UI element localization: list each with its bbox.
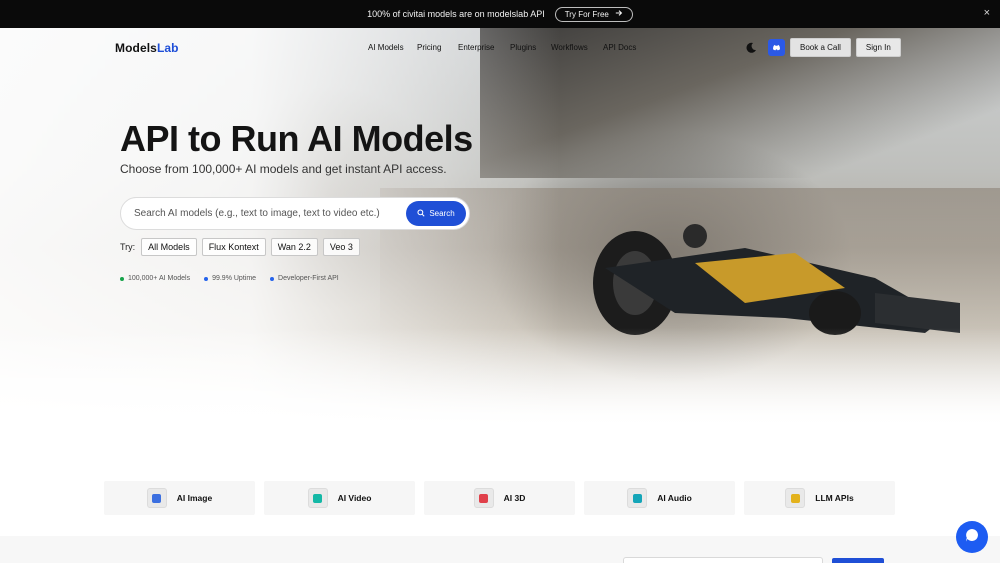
image-icon [146,488,167,508]
search-icon [417,208,425,219]
chat-bubble-icon [964,527,980,548]
stat-uptime: 99.9% Uptime [204,275,256,282]
status-dot-green [120,276,124,281]
try-suggestions: Try: All Models Flux Kontext Wan 2.2 Veo… [120,238,360,256]
stat-uptime-label: 99.9% Uptime [212,275,257,282]
chip-all-models[interactable]: All Models [141,238,197,256]
stat-developer: Developer-First API [270,275,339,282]
arrow-right-icon [615,9,623,19]
status-dot-blue [204,276,209,281]
category-label: AI Image [176,493,213,503]
stat-models: 100,000+ AI Models [120,275,190,282]
hero-stats: 100,000+ AI Models 99.9% Uptime Develope… [120,275,339,282]
hero-title: API to Run AI Models [120,118,473,159]
status-dot-blue [270,276,275,281]
category-label: LLM APIs [815,493,854,503]
moon-icon[interactable] [745,42,757,54]
nav-link-plugins[interactable]: Plugins [510,43,551,52]
search-bar: Search [120,197,470,230]
category-label: AI Video [337,493,372,503]
try-for-free-button[interactable]: Try For Free [554,6,633,22]
category-card-ai-3d[interactable]: AI 3D [424,481,575,515]
nav-link-ai-models[interactable]: AI Models [368,43,417,52]
nav-link-api-docs[interactable]: API Docs [603,43,636,52]
audio-icon [627,488,648,508]
discord-icon[interactable] [768,39,785,56]
book-call-button[interactable]: Book a Call [790,38,851,57]
next-section-button[interactable] [832,558,884,563]
hero-subtitle: Choose from 100,000+ AI models and get i… [120,162,447,176]
stat-developer-label: Developer-First API [278,275,339,282]
try-for-free-label: Try For Free [564,9,609,19]
announcement-bar: 100% of civitai models are on modelslab … [0,0,1000,28]
nav-actions: Book a Call Sign In [745,38,901,57]
sign-in-button[interactable]: Sign In [855,38,901,57]
category-card-ai-video[interactable]: AI Video [264,481,415,515]
category-card-llm-apis[interactable]: LLM APIs [744,481,895,515]
nav-links: AI Models Pricing Enterprise Plugins Wor… [368,43,636,52]
chat-widget-button[interactable] [956,521,988,553]
hero-fade-bottom [0,328,1000,428]
announcement-message: 100% of civitai models are on modelslab … [367,9,545,19]
cube-icon [473,488,494,508]
logo[interactable]: ModelsLab [115,41,179,55]
chip-veo-3[interactable]: Veo 3 [322,238,360,256]
close-icon[interactable]: × [984,8,990,19]
race-car-graphic [593,224,960,335]
video-icon [307,488,328,508]
next-section-input[interactable] [623,557,823,563]
logo-text-lab: Lab [156,41,179,55]
logo-text-models: Models [115,41,157,55]
stat-models-label: 100,000+ AI Models [128,275,191,282]
try-label: Try: [120,242,136,252]
search-input[interactable] [134,208,404,219]
top-nav: ModelsLab AI Models Pricing Enterprise P… [0,28,1000,68]
search-button-label: Search [429,209,455,218]
category-label: AI 3D [503,493,526,503]
chip-wan-2-2[interactable]: Wan 2.2 [270,238,318,256]
nav-link-enterprise[interactable]: Enterprise [458,43,510,52]
category-cards: AI Image AI Video AI 3D AI Audio LLM API… [104,481,895,515]
chat-icon [785,488,806,508]
chip-flux-kontext[interactable]: Flux Kontext [201,238,266,256]
category-label: AI Audio [657,493,692,503]
category-card-ai-audio[interactable]: AI Audio [584,481,735,515]
nav-link-pricing[interactable]: Pricing [417,43,458,52]
category-card-ai-image[interactable]: AI Image [104,481,255,515]
nav-link-workflows[interactable]: Workflows [551,43,603,52]
search-button[interactable]: Search [406,201,466,226]
